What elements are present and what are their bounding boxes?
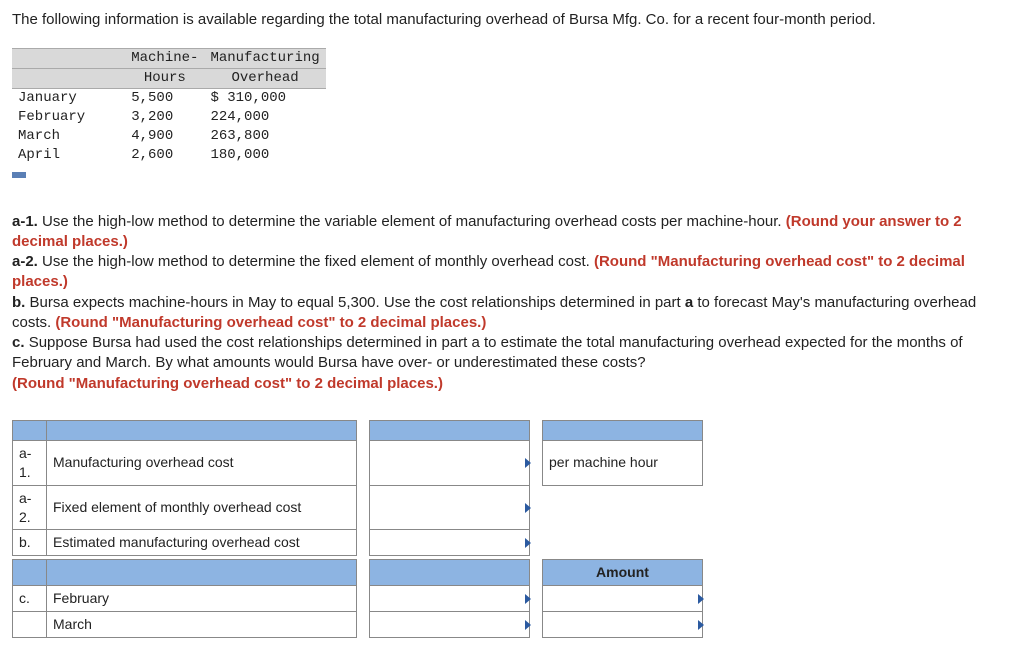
overhead-data-table: Machine- Manufacturing Hours Overhead Ja… [12, 48, 326, 164]
header-cell [47, 420, 357, 440]
ans-a1-id: a-1. [13, 440, 47, 485]
ans-b-desc: Estimated manufacturing overhead cost [47, 530, 357, 556]
dropdown-icon [525, 594, 531, 604]
ans-c-mar-label: March [47, 612, 357, 638]
table-row: February [12, 108, 125, 127]
table-cell-oh: 263,800 [204, 127, 325, 146]
table-cell-oh: $ 310,000 [204, 89, 325, 108]
header-cell [47, 560, 357, 586]
q-c-text: Suppose Bursa had used the cost relation… [12, 334, 963, 371]
q-a2-label: a-2. [12, 253, 42, 270]
header-cell [370, 420, 530, 440]
table-cell-hours: 3,200 [125, 108, 204, 127]
q-b-ref: a [685, 294, 693, 311]
q-c-label: c. [12, 334, 29, 351]
table-cell-hours: 5,500 [125, 89, 204, 108]
ans-c-mar-amount[interactable] [543, 612, 703, 638]
ans-c-id: c. [13, 586, 47, 612]
intro-text: The following information is available r… [12, 10, 1012, 30]
ans-c-mar-select[interactable] [370, 612, 530, 638]
table-row: April [12, 146, 125, 165]
col-header-oh-1: Manufacturing [204, 49, 325, 69]
ans-a2-desc: Fixed element of monthly overhead cost [47, 485, 357, 530]
q-a2-text: Use the high-low method to determine the… [42, 253, 594, 270]
col-header-hours-1: Machine- [125, 49, 204, 69]
dropdown-icon [698, 620, 704, 630]
ans-c-id-blank [13, 612, 47, 638]
header-cell [543, 420, 703, 440]
dropdown-icon [698, 594, 704, 604]
q-a1-text: Use the high-low method to determine the… [42, 213, 786, 230]
ans-a2-input[interactable] [370, 485, 530, 530]
header-cell [370, 560, 530, 586]
ans-c-feb-label: February [47, 586, 357, 612]
ans-b-input[interactable] [370, 530, 530, 556]
ans-b-id: b. [13, 530, 47, 556]
table-cell-hours: 2,600 [125, 146, 204, 165]
ans-a1-input[interactable] [370, 440, 530, 485]
q-c-hint: (Round "Manufacturing overhead cost" to … [12, 375, 443, 392]
dropdown-icon [525, 503, 531, 513]
col-header-hours-2: Hours [125, 69, 204, 89]
amount-header: Amount [543, 560, 703, 586]
dropdown-icon [525, 620, 531, 630]
header-cell [13, 560, 47, 586]
q-b-hint: (Round "Manufacturing overhead cost" to … [55, 314, 486, 331]
table-cell-oh: 180,000 [204, 146, 325, 165]
dropdown-icon [525, 458, 531, 468]
question-block: a-1. Use the high-low method to determin… [12, 212, 1012, 394]
ans-a1-unit: per machine hour [543, 440, 703, 485]
col-header-oh-2: Overhead [204, 69, 325, 89]
ans-a1-desc: Manufacturing overhead cost [47, 440, 357, 485]
dropdown-icon [525, 538, 531, 548]
accent-bar [12, 172, 26, 178]
ans-c-feb-amount[interactable] [543, 586, 703, 612]
header-cell [13, 420, 47, 440]
answer-table: a-1. Manufacturing overhead cost per mac… [12, 420, 703, 638]
q-a1-label: a-1. [12, 213, 42, 230]
table-cell-hours: 4,900 [125, 127, 204, 146]
q-b-label: b. [12, 294, 30, 311]
table-row: January [12, 89, 125, 108]
ans-a2-id: a-2. [13, 485, 47, 530]
table-cell-oh: 224,000 [204, 108, 325, 127]
q-b-text1: Bursa expects machine-hours in May to eq… [30, 294, 685, 311]
ans-c-feb-select[interactable] [370, 586, 530, 612]
table-row: March [12, 127, 125, 146]
